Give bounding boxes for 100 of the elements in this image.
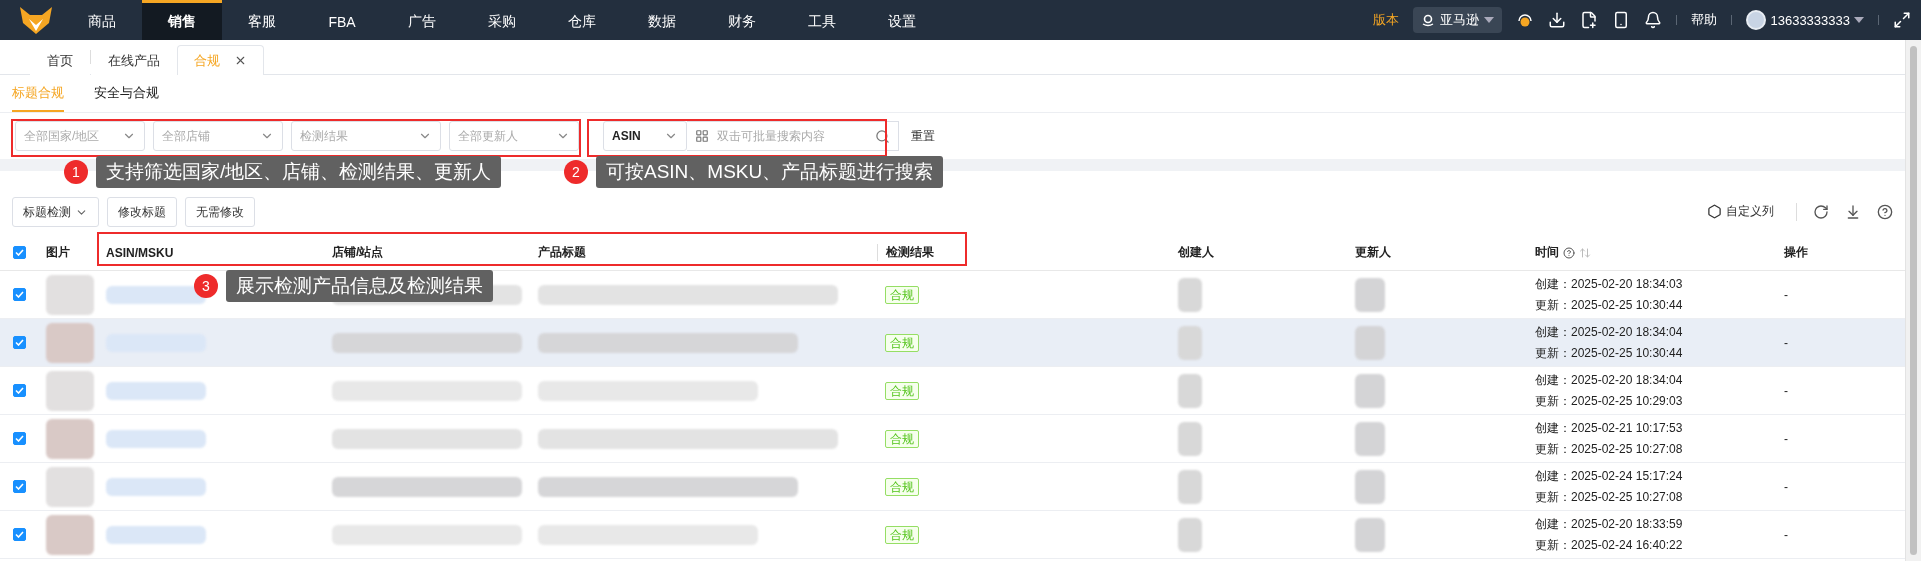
column-header: 创建人 (1178, 244, 1214, 261)
result-tag: 合规 (885, 381, 919, 400)
action-button[interactable]: 无需修改 (185, 197, 255, 227)
callout-text: 可按ASIN、MSKU、产品标题进行搜索 (596, 156, 944, 188)
blurred-thumbnail (46, 514, 94, 555)
search-icon[interactable] (875, 128, 890, 144)
nav-item[interactable]: 广告 (382, 0, 462, 40)
blurred-thumbnail (46, 418, 94, 459)
help-icon[interactable] (1563, 246, 1575, 259)
blurred-thumbnail (46, 466, 94, 507)
action-text: - (1784, 431, 1789, 446)
refresh-icon[interactable] (1813, 203, 1829, 220)
custom-columns-button[interactable]: 自定义列 (1701, 202, 1780, 221)
updated-time: 更新：2025-02-25 10:30:44 (1535, 296, 1684, 314)
row-checkbox[interactable] (13, 384, 26, 397)
result-tag: 合规 (885, 525, 919, 544)
blurred-text (1355, 517, 1385, 552)
download-icon[interactable] (1548, 11, 1567, 29)
created-time: 创建：2025-02-20 18:34:04 (1535, 371, 1684, 389)
nav-item[interactable]: 工具 (782, 0, 862, 40)
nav-item[interactable]: 数据 (622, 0, 702, 40)
step-number: 1 (64, 160, 88, 184)
callout-text: 支持筛选国家/地区、店铺、检测结果、更新人 (96, 156, 502, 188)
result-tag: 合规 (885, 429, 919, 448)
blurred-text (1355, 277, 1385, 312)
blurred-thumbnail (46, 370, 94, 411)
sub-tab[interactable]: 安全与合规 (94, 75, 159, 112)
fox-logo-icon (18, 5, 54, 35)
blurred-text (1355, 469, 1385, 504)
column-header: 更新人 (1355, 244, 1391, 261)
avatar-icon (1746, 10, 1767, 30)
column-header: ASIN/MSKU (106, 245, 174, 260)
version-link[interactable]: 版本 (1373, 11, 1400, 29)
add-document-icon[interactable] (1580, 11, 1599, 29)
column-header: 时间 (1535, 244, 1559, 261)
table-row[interactable]: 合规 创建：2025-02-20 18:34:04 更新：2025-02-25 10:30:44 - (0, 319, 1905, 367)
column-header: 产品标题 (538, 244, 586, 261)
close-icon[interactable] (234, 54, 247, 67)
blurred-thumbnail (46, 322, 94, 363)
row-checkbox[interactable] (13, 528, 26, 541)
action-button[interactable]: 标题检测 (12, 197, 99, 227)
blurred-text (1178, 277, 1202, 312)
blurred-text (1355, 373, 1385, 408)
bell-icon[interactable] (1644, 11, 1663, 29)
blurred-text (1178, 517, 1202, 552)
search-field[interactable]: 双击可批量搜索内容 (687, 121, 899, 151)
nav-item[interactable]: 设置 (862, 0, 942, 40)
result-tag: 合规 (885, 285, 919, 304)
action-button[interactable]: 修改标题 (107, 197, 177, 227)
tab-label: 首页 (47, 51, 73, 70)
select-all-checkbox[interactable] (13, 246, 26, 259)
headset-icon[interactable] (1516, 11, 1535, 29)
result-tag: 合规 (885, 477, 919, 496)
nav-item[interactable]: 采购 (462, 0, 542, 40)
help-link[interactable]: 帮助 (1691, 11, 1718, 29)
updated-time: 更新：2025-02-25 10:27:08 (1535, 488, 1684, 506)
blurred-text (1178, 469, 1202, 504)
created-time: 创建：2025-02-20 18:33:59 (1535, 515, 1684, 533)
help-icon[interactable] (1877, 203, 1893, 220)
fullscreen-icon[interactable] (1893, 11, 1911, 29)
created-time: 创建：2025-02-24 15:17:24 (1535, 467, 1684, 485)
result-tag: 合规 (885, 333, 919, 352)
action-text: - (1784, 335, 1789, 350)
updated-time: 更新：2025-02-25 10:30:44 (1535, 344, 1684, 362)
nav-item[interactable]: 财务 (702, 0, 782, 40)
action-text: - (1784, 383, 1789, 398)
search-field-select[interactable]: ASIN (603, 121, 687, 151)
platform-selector[interactable]: 亚马逊 (1413, 7, 1503, 33)
nav-item[interactable]: FBA (302, 0, 382, 40)
scrollbar[interactable] (1905, 40, 1921, 561)
column-header: 操作 (1784, 244, 1808, 261)
blurred-text (1178, 373, 1202, 408)
download-icon[interactable] (1845, 203, 1861, 220)
created-time: 创建：2025-02-20 18:34:03 (1535, 275, 1684, 293)
action-text: - (1784, 287, 1789, 302)
updated-time: 更新：2025-02-25 10:29:03 (1535, 392, 1684, 410)
created-time: 创建：2025-02-21 10:17:53 (1535, 419, 1684, 437)
blurred-text (1178, 325, 1202, 360)
step-number: 2 (564, 160, 588, 184)
nav-item[interactable]: 销售 (142, 0, 222, 40)
row-checkbox[interactable] (13, 480, 26, 493)
blurred-text (1178, 421, 1202, 456)
action-text: - (1784, 527, 1789, 542)
nav-item[interactable]: 仓库 (542, 0, 622, 40)
action-text: - (1784, 479, 1789, 494)
column-header: 图片 (46, 244, 70, 261)
row-checkbox[interactable] (13, 288, 26, 301)
tab-label: 合规 (194, 51, 220, 70)
callout-text: 展示检测产品信息及检测结果 (226, 270, 493, 302)
created-time: 创建：2025-02-20 18:34:04 (1535, 323, 1684, 341)
user-menu[interactable]: 13633333333 (1746, 10, 1864, 30)
updated-time: 更新：2025-02-24 16:40:22 (1535, 536, 1684, 554)
row-checkbox[interactable] (13, 432, 26, 445)
caret-icon (1854, 17, 1864, 23)
blurred-text (1355, 421, 1385, 456)
row-checkbox[interactable] (13, 336, 26, 349)
reset-button[interactable]: 重置 (907, 127, 939, 145)
tab-label: 在线产品 (108, 51, 160, 70)
nav-item[interactable]: 客服 (222, 0, 302, 40)
nav-item[interactable]: 商品 (62, 0, 142, 40)
